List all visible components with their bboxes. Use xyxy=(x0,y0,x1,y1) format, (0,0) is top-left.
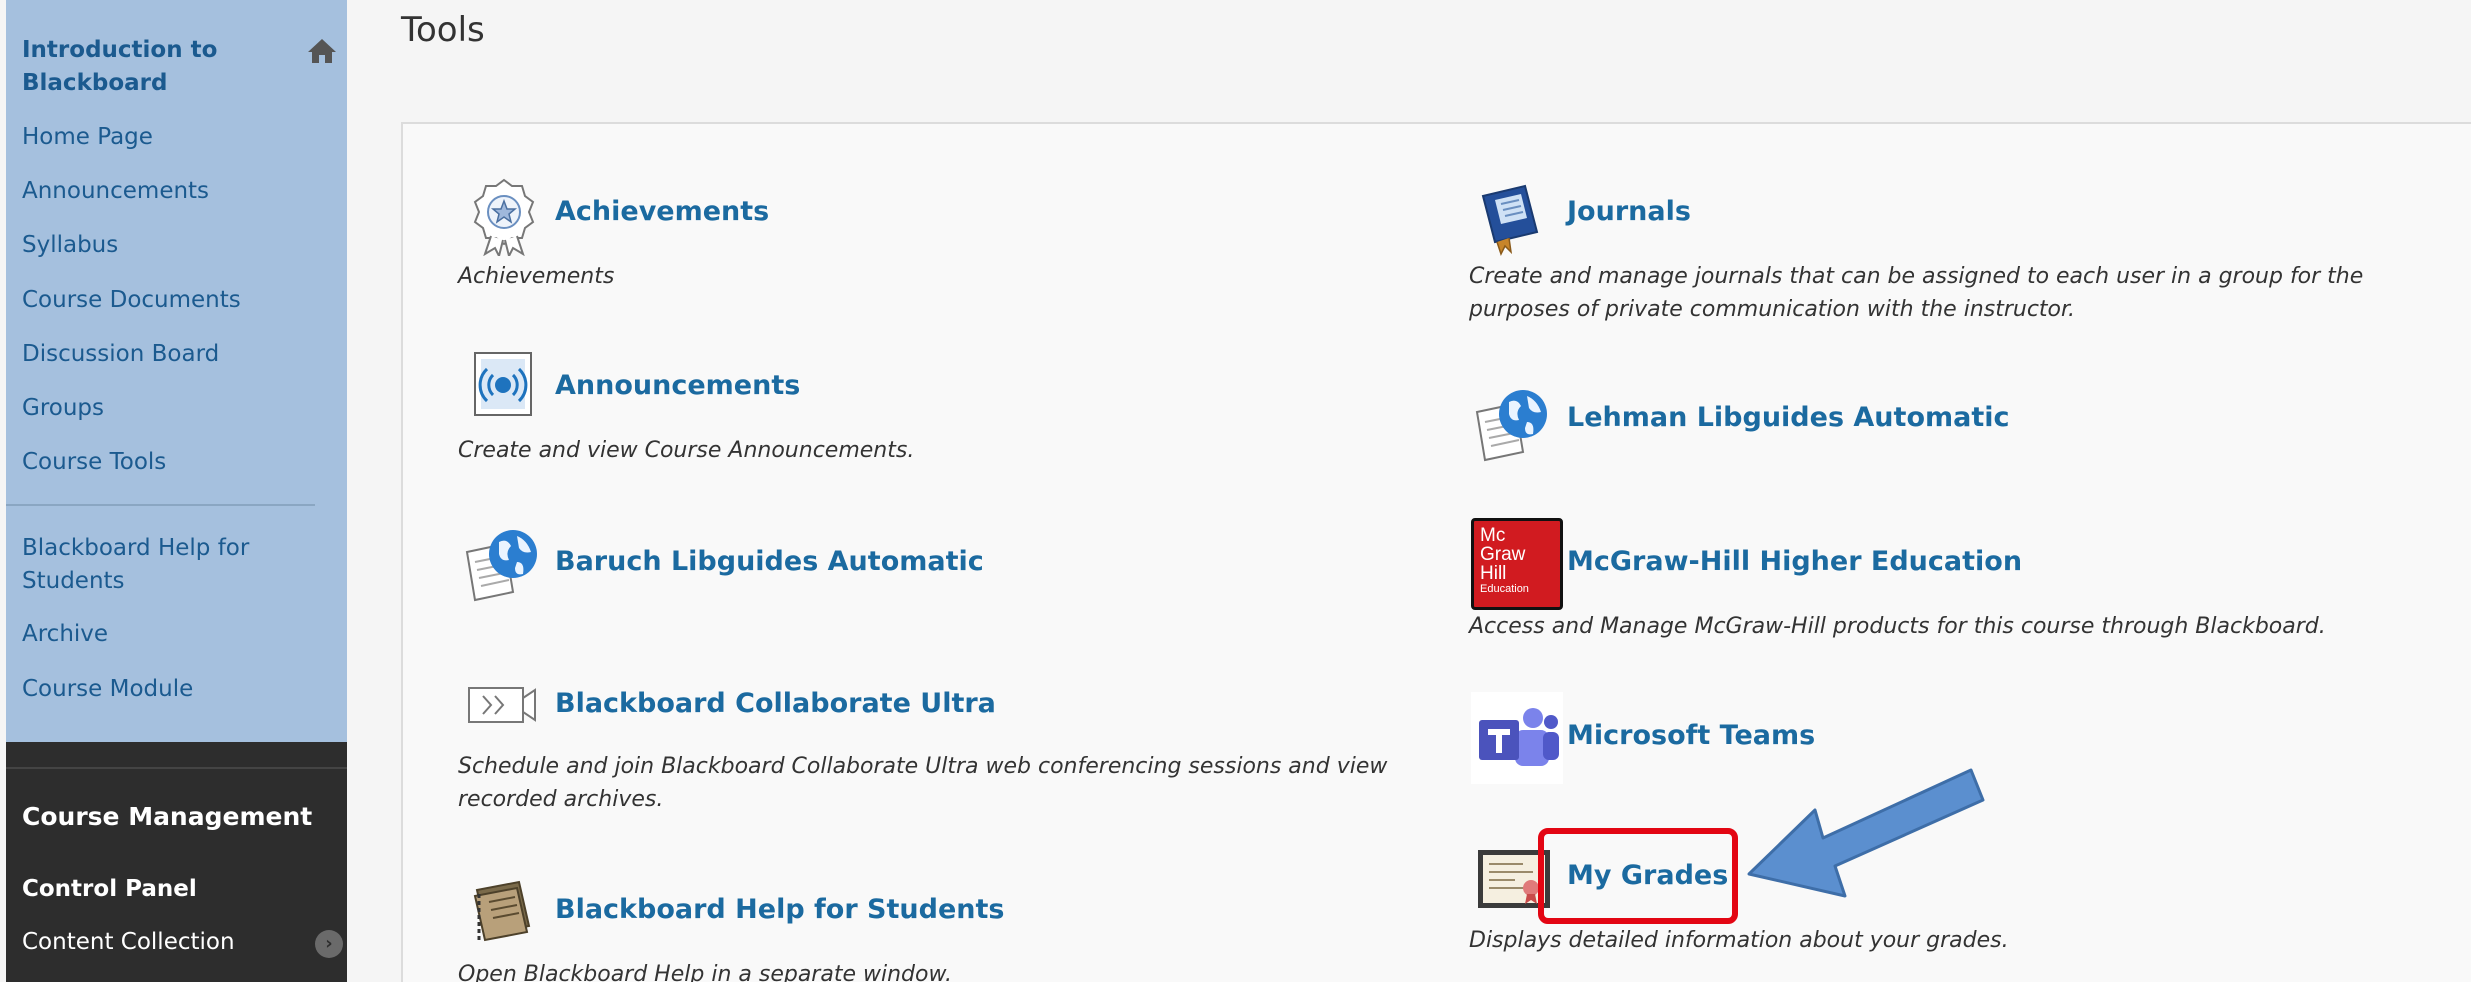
control-panel-heading: Control Panel xyxy=(22,876,197,902)
sidebar-item-discussion-board[interactable]: Discussion Board xyxy=(22,338,219,371)
tool-description-my-grades: Displays detailed information about your… xyxy=(1469,928,2009,953)
page-title: Tools xyxy=(401,10,485,50)
tool-description-journals: Create and manage journals that can be a… xyxy=(1469,264,2364,322)
sidebar-divider xyxy=(6,504,315,506)
collaborate-ultra-icon xyxy=(468,687,536,723)
sidebar-item-announcements[interactable]: Announcements xyxy=(22,175,209,208)
home-icon[interactable] xyxy=(306,36,338,64)
logo-text-education: Education xyxy=(1480,583,1529,595)
tool-link-collaborate-ultra[interactable]: Blackboard Collaborate Ultra xyxy=(555,688,996,719)
tool-link-microsoft-teams[interactable]: Microsoft Teams xyxy=(1567,720,1815,751)
tool-description-achievements: Achievements xyxy=(458,264,615,289)
tool-link-baruch-libguides[interactable]: Baruch Libguides Automatic xyxy=(555,546,984,577)
sidebar-item-course-module[interactable]: Course Module xyxy=(22,673,193,706)
logo-text-mc: Mc xyxy=(1480,525,1506,546)
help-book-icon xyxy=(473,880,531,942)
course-sidebar: Introduction to Blackboard Home Page Ann… xyxy=(6,0,347,982)
sidebar-item-course-documents[interactable]: Course Documents xyxy=(22,284,241,317)
tool-link-mcgraw-hill[interactable]: McGraw-Hill Higher Education xyxy=(1567,546,2022,577)
tool-description-announcements: Create and view Course Announcements. xyxy=(458,438,915,463)
content-collection-link[interactable]: Content Collection xyxy=(22,929,235,955)
tool-link-lehman-libguides[interactable]: Lehman Libguides Automatic xyxy=(1567,402,2010,433)
tool-link-announcements[interactable]: Announcements xyxy=(555,370,800,401)
mcgraw-hill-logo-icon: Mc Graw Hill Education xyxy=(1471,518,1563,610)
announcements-broadcast-icon xyxy=(474,352,532,416)
course-management-heading: Course Management xyxy=(22,802,313,831)
sidebar-item-archive[interactable]: Archive xyxy=(22,618,108,651)
tool-link-blackboard-help[interactable]: Blackboard Help for Students xyxy=(555,894,1004,925)
my-grades-highlight-box xyxy=(1538,828,1738,924)
globe-document-icon xyxy=(465,530,537,602)
tool-description-collaborate-ultra: Schedule and join Blackboard Collaborate… xyxy=(458,754,1388,812)
pointing-arrow-icon xyxy=(1747,768,1985,898)
course-menu: Introduction to Blackboard Home Page Ann… xyxy=(6,0,347,742)
tool-link-journals[interactable]: Journals xyxy=(1567,196,1691,227)
globe-document-icon xyxy=(1475,390,1547,462)
tool-description-mcgraw-hill: Access and Manage McGraw-Hill products f… xyxy=(1469,614,2326,639)
achievement-ribbon-icon xyxy=(473,178,535,256)
journal-book-icon xyxy=(1481,184,1539,256)
microsoft-teams-icon xyxy=(1471,692,1563,784)
sidebar-item-home-page[interactable]: Home Page xyxy=(22,121,153,154)
logo-text-graw: Graw xyxy=(1480,544,1526,565)
course-title[interactable]: Introduction to Blackboard xyxy=(22,34,272,100)
sidebar-item-course-tools[interactable]: Course Tools xyxy=(22,446,166,479)
chevron-right-icon[interactable]: › xyxy=(315,930,343,958)
tools-list: Achievements Achievements Announcements … xyxy=(401,122,2471,982)
sidebar-item-syllabus[interactable]: Syllabus xyxy=(22,229,118,262)
tool-link-achievements[interactable]: Achievements xyxy=(555,196,769,227)
tool-description-blackboard-help: Open Blackboard Help in a separate windo… xyxy=(458,962,953,982)
course-management-panel: Course Management Control Panel Content … xyxy=(6,742,347,982)
sidebar-item-blackboard-help[interactable]: Blackboard Help for Students xyxy=(22,532,282,598)
panel-divider xyxy=(6,767,347,769)
sidebar-item-groups[interactable]: Groups xyxy=(22,392,104,425)
logo-text-hill: Hill xyxy=(1480,563,1507,584)
